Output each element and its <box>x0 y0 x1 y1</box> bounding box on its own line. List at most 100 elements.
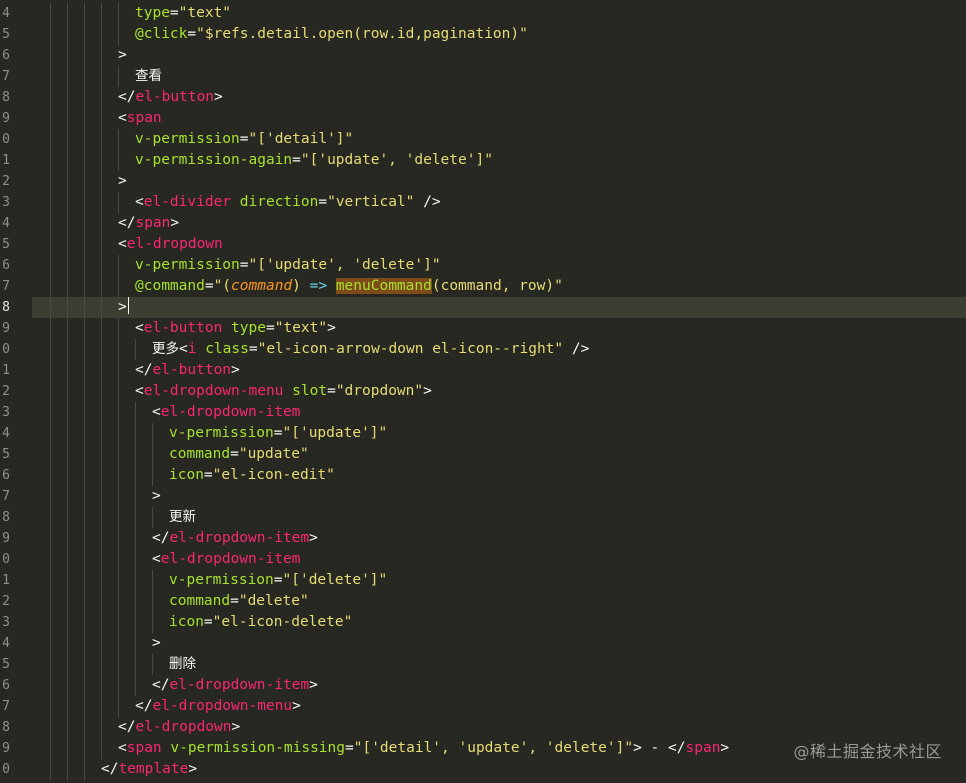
code-line[interactable]: > <box>33 486 161 507</box>
tag-name-token: el-divider <box>143 194 232 210</box>
indent-guide <box>101 633 118 654</box>
code-line[interactable]: command="update" <box>33 444 309 465</box>
code-line[interactable]: command="delete" <box>33 591 309 612</box>
code-line[interactable]: <span <box>33 108 162 129</box>
indent-guide <box>135 528 152 549</box>
indent-guide <box>152 612 169 633</box>
code-line[interactable]: <el-divider direction="vertical" /> <box>33 192 441 213</box>
code-line[interactable]: icon="el-icon-edit" <box>33 465 335 486</box>
punctuation-token: > <box>118 47 127 63</box>
punctuation-token: < <box>135 320 144 336</box>
punctuation-token: </ <box>118 719 136 735</box>
indent-guide <box>33 633 50 654</box>
code-line[interactable]: v-permission-again="['update', 'delete']… <box>33 150 493 171</box>
indent-guide <box>33 423 50 444</box>
code-line[interactable]: </el-dropdown-item> <box>33 675 318 696</box>
code-line[interactable]: </span> <box>33 213 179 234</box>
code-line[interactable]: @command="(command) => menuCommand(comma… <box>33 276 563 297</box>
indent-guide <box>84 297 101 318</box>
indent-guide <box>135 591 152 612</box>
code-line[interactable]: > <box>33 171 127 192</box>
code-line[interactable]: <el-dropdown-item <box>33 402 300 423</box>
punctuation-token: = <box>248 341 258 357</box>
indent-guide <box>84 570 101 591</box>
code-line[interactable]: 更新 <box>33 507 196 528</box>
indent-guide <box>33 276 50 297</box>
indent-guide <box>33 549 50 570</box>
indent-guide <box>67 339 84 360</box>
indent-guide <box>84 66 101 87</box>
indent-guide <box>101 360 118 381</box>
code-line[interactable]: > <box>33 633 161 654</box>
indent-guide <box>101 654 118 675</box>
indent-guide <box>84 507 101 528</box>
code-line[interactable]: <el-dropdown-item <box>33 549 300 570</box>
code-line[interactable]: </el-dropdown> <box>33 717 240 738</box>
code-line[interactable]: > <box>33 45 127 66</box>
punctuation-token: </ <box>152 677 170 693</box>
code-line[interactable]: </el-button> <box>33 360 240 381</box>
code-line[interactable]: </el-dropdown-item> <box>33 528 318 549</box>
indent-guide <box>50 759 67 780</box>
code-line[interactable]: v-permission="['update', 'delete']" <box>33 255 441 276</box>
indent-guide <box>101 570 118 591</box>
text-token: - <box>641 740 669 756</box>
line-number: 9 <box>2 741 10 756</box>
indent-guide <box>135 339 152 360</box>
line-number-gutter[interactable]: 4 5 6 7 8 9 0 1 2 3 4 5 6 7 8 9 0 1 2 3 4 5 6 7 8 9 0 1 2 3 4 5 6 7 8 9 0 <box>0 0 32 783</box>
indent-guide <box>33 318 50 339</box>
code-line[interactable]: > <box>33 297 129 318</box>
code-line[interactable]: type="text" <box>33 3 231 24</box>
indent-guide <box>118 612 135 633</box>
code-line[interactable]: </el-button> <box>33 87 223 108</box>
code-line[interactable]: @click="$refs.detail.open(row.id,paginat… <box>33 24 528 45</box>
string-token: "['delete']" <box>282 572 388 588</box>
code-line[interactable]: 更多<i class="el-icon-arrow-down el-icon--… <box>33 339 589 360</box>
code-editor[interactable]: 4 5 6 7 8 9 0 1 2 3 4 5 6 7 8 9 0 1 2 3 4 5 6 7 8 9 0 1 2 3 4 5 6 7 8 9 0 ty… <box>0 0 966 783</box>
indent-guide <box>84 612 101 633</box>
string-token: "update" <box>238 446 309 462</box>
code-line[interactable]: <span v-permission-missing="['detail', '… <box>33 738 729 759</box>
indent-guide <box>50 360 67 381</box>
code-line[interactable]: </template> <box>33 759 197 780</box>
indent-guide <box>50 339 67 360</box>
arrow-operator-token: => <box>309 278 328 294</box>
indent-guide <box>33 339 50 360</box>
code-line[interactable]: 查看 <box>33 66 162 87</box>
indent-guide <box>135 633 152 654</box>
indent-guide <box>33 465 50 486</box>
code-line[interactable]: icon="el-icon-delete" <box>33 612 352 633</box>
indent-guide <box>67 129 84 150</box>
code-line[interactable]: v-permission="['update']" <box>33 423 387 444</box>
indent-guide <box>67 696 84 717</box>
indent-guide <box>67 612 84 633</box>
code-line[interactable]: </el-dropdown-menu> <box>33 696 301 717</box>
attribute-token: command <box>169 446 231 462</box>
indent-guide <box>101 591 118 612</box>
indent-guide <box>101 171 118 192</box>
code-line[interactable]: <el-dropdown-menu slot="dropdown"> <box>33 381 432 402</box>
code-line[interactable]: <el-button type="text"> <box>33 318 336 339</box>
indent-guide <box>135 423 152 444</box>
indent-guide <box>67 276 84 297</box>
tag-name-token: el-dropdown-menu <box>143 383 284 399</box>
indent-guide <box>33 486 50 507</box>
code-line[interactable]: v-permission="['detail']" <box>33 129 353 150</box>
code-line[interactable]: <el-dropdown <box>33 234 223 255</box>
indent-guide <box>33 654 50 675</box>
indent-guide <box>50 66 67 87</box>
attribute-token: direction <box>239 194 319 210</box>
indent-guide <box>118 150 135 171</box>
punctuation-token: = <box>230 446 239 462</box>
punctuation-token: > <box>214 89 223 105</box>
indent-guide <box>67 570 84 591</box>
indent-guide <box>67 591 84 612</box>
line-number: 9 <box>2 321 10 336</box>
indent-guide <box>118 654 135 675</box>
indent-guide <box>67 87 84 108</box>
code-line[interactable]: 删除 <box>33 654 196 675</box>
code-line[interactable]: v-permission="['delete']" <box>33 570 387 591</box>
indent-guide <box>67 507 84 528</box>
indent-guide <box>84 717 101 738</box>
